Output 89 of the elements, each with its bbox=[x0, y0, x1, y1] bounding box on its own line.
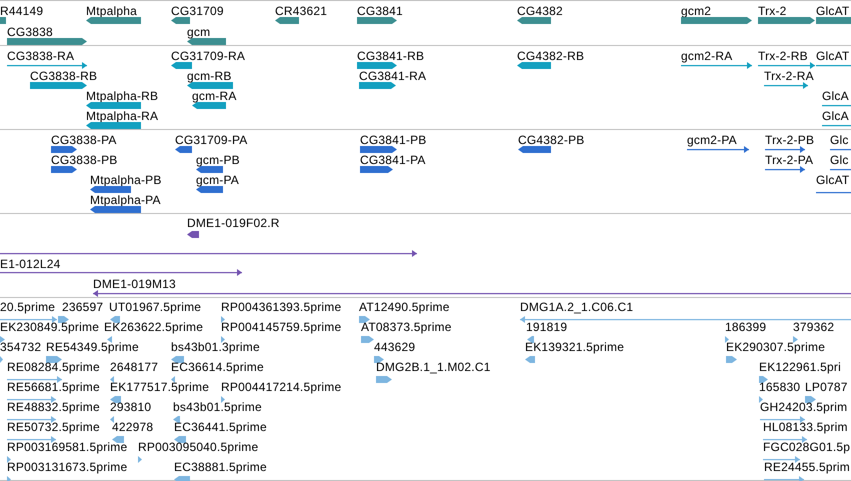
feature-label: Mtpalpha-PB bbox=[90, 173, 162, 187]
feature-label: HL08133.5prim bbox=[763, 420, 848, 434]
feature-label: CG3838-RB bbox=[30, 69, 98, 83]
feature-label: CG4382-PB bbox=[518, 133, 584, 147]
feature-label: UT01967.5prime bbox=[109, 300, 202, 314]
feature-label: DME1-019F02.R bbox=[187, 216, 280, 230]
feature-label: Mtpalpha-PA bbox=[90, 193, 161, 207]
feature-label: LP0787 bbox=[805, 380, 848, 394]
feature-label: GlcAT bbox=[816, 173, 850, 187]
feature-label: EK139321.5prime bbox=[525, 340, 624, 354]
feature-label: FGC028G01.5p bbox=[763, 440, 850, 454]
feature-label: RE24455.5prim bbox=[764, 460, 850, 474]
feature-label: DMG2B.1_1.M02.C1 bbox=[376, 360, 491, 374]
feature-label: EK290307.5prime bbox=[726, 340, 826, 354]
feature-label: GH24203.5prim bbox=[760, 400, 848, 414]
feature-label: EC36614.5prime bbox=[171, 360, 264, 374]
feature-label: Mtpalpha-RB bbox=[86, 89, 158, 103]
feature-label: Trx-2-RA bbox=[764, 69, 814, 83]
feature-label: 20.5prime bbox=[0, 300, 56, 314]
feature-label: 165830 bbox=[759, 380, 800, 394]
feature-label: GlcA bbox=[822, 89, 849, 103]
feature-label: 236597 bbox=[62, 300, 104, 314]
feature-label: Glc bbox=[830, 133, 849, 147]
feature-label: AT12490.5prime bbox=[359, 300, 450, 314]
feature-label: CG3841-PB bbox=[360, 133, 426, 147]
feature-label: E1-012L24 bbox=[0, 257, 61, 271]
feature-label: CG3841-RB bbox=[357, 49, 424, 63]
feature-label: RP004145759.5prime bbox=[221, 320, 342, 334]
feature-label: EK177517.5prime bbox=[110, 380, 210, 394]
feature-label: 186399 bbox=[725, 320, 766, 334]
feature-label: CG3838-PB bbox=[51, 153, 118, 167]
feature-label: gcm2 bbox=[681, 4, 712, 18]
feature-label: RE56681.5prime bbox=[7, 380, 100, 394]
feature-label: RP004417214.5prime bbox=[221, 380, 342, 394]
feature-label: EC38881.5prime bbox=[174, 460, 267, 474]
feature-label: R44149 bbox=[0, 4, 44, 18]
feature-label: EC36441.5prime bbox=[174, 420, 267, 434]
feature-label: CR43621 bbox=[275, 4, 328, 18]
feature-label: Trx-2-PA bbox=[765, 153, 814, 167]
feature-label: RP003131673.5prime bbox=[7, 460, 128, 474]
feature-label: EK263622.5prime bbox=[104, 320, 204, 334]
feature-label: CG3838-RA bbox=[7, 49, 74, 63]
feature-label: gcm2-PA bbox=[687, 133, 737, 147]
feature-label: gcm-PB bbox=[196, 153, 240, 167]
feature-label: 354732 bbox=[0, 340, 42, 354]
feature-label: CG31709-PA bbox=[175, 133, 248, 147]
feature-label: RE54349.5prime bbox=[46, 340, 139, 354]
feature-label: bs43b01.3prime bbox=[171, 340, 260, 354]
feature-label: CG31709 bbox=[171, 4, 224, 18]
feature-label: bs43b01.5prime bbox=[173, 400, 262, 414]
feature-label: gcm2-RA bbox=[681, 49, 732, 63]
feature-label: CG3841-PA bbox=[360, 153, 426, 167]
feature-label: CG4382 bbox=[517, 4, 563, 18]
feature-label: Trx-2 bbox=[758, 4, 787, 18]
feature-label: RP003095040.5prime bbox=[138, 440, 258, 454]
feature-label: Mtpalpha bbox=[86, 4, 137, 18]
feature-label: gcm-RA bbox=[192, 89, 237, 103]
feature-label: CG3841 bbox=[357, 4, 403, 18]
feature-label: Mtpalpha-RA bbox=[86, 109, 158, 123]
feature-label: GlcAT bbox=[816, 4, 850, 18]
feature-label: RP004361393.5prime bbox=[221, 300, 342, 314]
feature-label: EK230849.5prime bbox=[0, 320, 100, 334]
feature-label: CG3841-RA bbox=[359, 69, 426, 83]
feature-label: 443629 bbox=[374, 340, 416, 354]
feature-label: CG4382-RB bbox=[517, 49, 584, 63]
feature-label: gcm bbox=[187, 25, 210, 39]
feature-label: 379362 bbox=[793, 320, 834, 334]
feature-label: RE08284.5prime bbox=[7, 360, 100, 374]
feature-label: CG31709-RA bbox=[171, 49, 246, 63]
feature-label: CG3838-PA bbox=[51, 133, 117, 147]
feature-label: 2648177 bbox=[110, 360, 158, 374]
feature-label: gcm-RB bbox=[187, 69, 232, 83]
feature-label: GlcAT bbox=[816, 49, 850, 63]
feature-label: 191819 bbox=[526, 320, 568, 334]
feature-label: Trx-2-PB bbox=[765, 133, 814, 147]
feature-label: gcm-PA bbox=[196, 173, 239, 187]
feature-label: Glc bbox=[830, 153, 849, 167]
feature-label: RP003169581.5prime bbox=[7, 440, 128, 454]
feature-label: GlcA bbox=[822, 109, 849, 123]
feature-label: RE48832.5prime bbox=[7, 400, 100, 414]
feature-label: AT08373.5prime bbox=[361, 320, 452, 334]
feature-label: 293810 bbox=[110, 400, 152, 414]
feature-label: RE50732.5prime bbox=[7, 420, 100, 434]
feature-label: Trx-2-RB bbox=[758, 49, 808, 63]
feature-label: 422978 bbox=[112, 420, 154, 434]
feature-label: CG3838 bbox=[7, 25, 53, 39]
feature-label: DMG1A.2_1.C06.C1 bbox=[520, 300, 634, 314]
feature-label: EK122961.5pri bbox=[759, 360, 841, 374]
feature-label: DME1-019M13 bbox=[93, 277, 176, 291]
